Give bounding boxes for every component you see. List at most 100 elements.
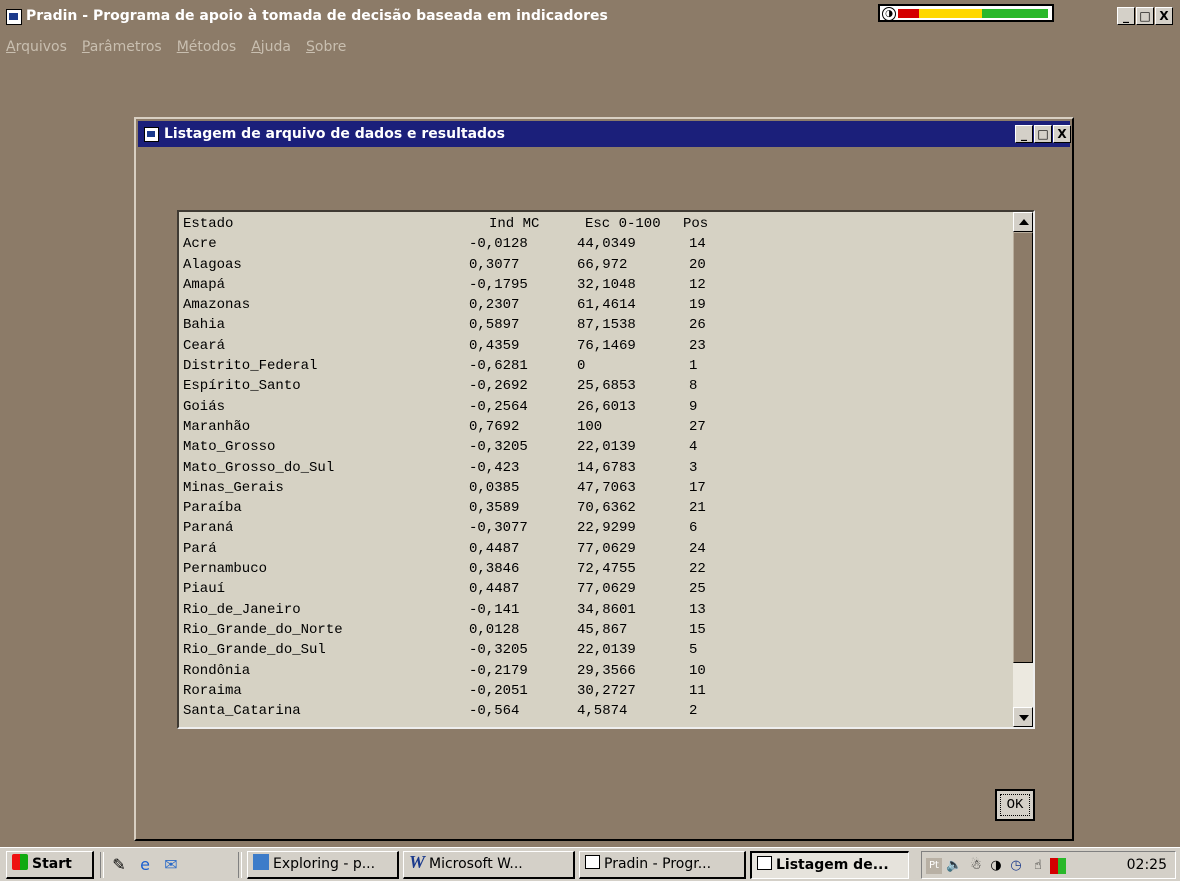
cell-estado: Mato_Grosso_do_Sul [183, 459, 335, 476]
network-icon[interactable]: ☃ [968, 858, 984, 874]
clock[interactable]: 02:25 [1127, 857, 1167, 873]
menu-sobre[interactable]: Sobre [300, 36, 355, 58]
cell-ind-mc: 0,4487 [469, 581, 520, 598]
table-row[interactable]: Paraná -0,3077 22,9299 6 [183, 519, 1011, 539]
table-row[interactable]: Alagoas 0,3077 66,972 20 [183, 256, 1011, 276]
scroll-down-arrow-icon[interactable] [1013, 707, 1033, 727]
table-row[interactable]: Pará 0,4487 77,0629 24 [183, 540, 1011, 560]
table-row[interactable]: Paraíba 0,3589 70,6362 21 [183, 499, 1011, 519]
table-row[interactable]: Bahia 0,5897 87,1538 26 [183, 316, 1011, 336]
cell-ind-mc: -0,6281 [469, 358, 528, 375]
table-row[interactable]: Distrito_Federal -0,6281 0 1 [183, 357, 1011, 377]
table-row[interactable]: Rio_Grande_do_Sul -0,3205 22,0139 5 [183, 641, 1011, 661]
table-row[interactable]: Amapá -0,1795 32,1048 12 [183, 276, 1011, 296]
cell-estado: Maranhão [183, 418, 251, 435]
cell-pos: 13 [689, 601, 706, 618]
table-header-row: Estado Ind MC Esc 0-100 Pos [183, 215, 1011, 235]
scroll-thumb[interactable] [1013, 232, 1033, 663]
cell-esc: 47,7063 [577, 479, 636, 496]
cell-pos: 27 [689, 418, 706, 435]
cell-pos: 26 [689, 317, 706, 334]
table-row[interactable]: Mato_Grosso -0,3205 22,0139 4 [183, 438, 1011, 458]
cell-estado: Espírito_Santo [183, 378, 301, 395]
app-window-icon[interactable] [6, 9, 22, 25]
cell-ind-mc: -0,2564 [469, 398, 528, 415]
cell-esc: 22,0139 [577, 439, 636, 456]
cell-pos: 6 [689, 520, 698, 537]
table-row[interactable]: Piauí 0,4487 77,0629 25 [183, 580, 1011, 600]
scroll-up-arrow-icon[interactable] [1013, 212, 1033, 232]
menu-ajuda[interactable]: Ajuda [245, 36, 300, 58]
internet-explorer-icon[interactable]: e [136, 856, 154, 874]
dialog-minimize-button[interactable]: _ [1015, 125, 1033, 143]
meter-track [898, 9, 1048, 18]
cell-esc: 25,6853 [577, 378, 636, 395]
cell-esc: 26,6013 [577, 398, 636, 415]
taskbar-item-listagem[interactable]: Listagem de... [750, 851, 909, 879]
app-tray-icon[interactable] [1050, 858, 1066, 874]
hand-icon[interactable]: ☝ [1030, 858, 1046, 874]
table-row[interactable]: Goiás -0,2564 26,6013 9 [183, 398, 1011, 418]
taskbar-item-pradin[interactable]: Pradin - Progr... [579, 851, 746, 879]
minimize-button[interactable]: _ [1117, 7, 1135, 25]
resource-meter-icon[interactable]: ◑ [988, 858, 1004, 874]
cell-ind-mc: 0,7692 [469, 418, 520, 435]
cell-ind-mc: 0,4487 [469, 540, 520, 557]
ok-button[interactable]: OK [995, 789, 1035, 821]
table-row[interactable]: Minas_Gerais 0,0385 47,7063 17 [183, 479, 1011, 499]
table-row[interactable]: Santa_Catarina -0,564 4,5874 2 [183, 702, 1011, 722]
scheduler-icon[interactable]: ◷ [1008, 858, 1024, 874]
table-row[interactable]: Acre -0,0128 44,0349 14 [183, 235, 1011, 255]
volume-icon[interactable]: 🔈 [946, 858, 962, 874]
taskbar-item-exploring[interactable]: Exploring - p... [247, 851, 399, 879]
table-row[interactable]: Amazonas 0,2307 61,4614 19 [183, 296, 1011, 316]
table-row[interactable]: Ceará 0,4359 76,1469 23 [183, 337, 1011, 357]
cell-ind-mc: -0,564 [469, 703, 520, 720]
show-desktop-icon[interactable]: ✎ [110, 856, 128, 874]
cell-esc: 77,0629 [577, 540, 636, 557]
cell-pos: 20 [689, 256, 706, 273]
menu-arquivos[interactable]: Arquivos [0, 36, 76, 58]
dialog-close-button[interactable]: X [1053, 125, 1071, 143]
cell-esc: 77,0629 [577, 581, 636, 598]
menu-parametros[interactable]: Parâmetros [76, 36, 171, 58]
cell-esc: 100 [577, 418, 603, 435]
table-row[interactable]: Roraima -0,2051 30,2727 11 [183, 682, 1011, 702]
dialog-window-icon[interactable] [144, 127, 159, 142]
vertical-scrollbar[interactable] [1013, 212, 1033, 727]
app-title-bar[interactable]: Pradin - Programa de apoio à tomada de d… [0, 0, 1180, 32]
meter-segment-red [898, 9, 919, 18]
cell-estado: Paraná [183, 520, 234, 537]
cell-estado: Santa_Catarina [183, 703, 301, 720]
dialog-maximize-button[interactable]: □ [1034, 125, 1052, 143]
meter-segment-green [982, 9, 1048, 18]
cell-esc: 72,4755 [577, 561, 636, 578]
cell-ind-mc: -0,0128 [469, 236, 528, 253]
menu-metodos[interactable]: Métodos [171, 36, 246, 58]
cell-pos: 17 [689, 479, 706, 496]
table-row[interactable]: Rondônia -0,2179 29,3566 10 [183, 662, 1011, 682]
restore-button[interactable]: □ [1136, 7, 1154, 25]
table-row[interactable]: Maranhão 0,7692 100 27 [183, 418, 1011, 438]
table-row[interactable]: Mato_Grosso_do_Sul -0,423 14,6783 3 [183, 459, 1011, 479]
table-row[interactable]: Espírito_Santo -0,2692 25,6853 8 [183, 377, 1011, 397]
language-indicator[interactable]: Pt [926, 858, 942, 874]
cell-estado: Ceará [183, 337, 226, 354]
table-row[interactable]: Rio_Grande_do_Norte 0,0128 45,867 15 [183, 621, 1011, 641]
cell-esc: 70,6362 [577, 500, 636, 517]
cell-ind-mc: -0,141 [469, 601, 520, 618]
start-button[interactable]: Start [6, 851, 94, 879]
dialog-title-bar[interactable]: Listagem de arquivo de dados e resultado… [138, 121, 1071, 147]
cell-estado: Rio_Grande_do_Norte [183, 621, 343, 638]
cell-estado: Piauí [183, 581, 226, 598]
close-button[interactable]: X [1155, 7, 1173, 25]
listing-dialog: Listagem de arquivo de dados e resultado… [134, 117, 1074, 841]
table-row[interactable]: Rio_de_Janeiro -0,141 34,8601 13 [183, 601, 1011, 621]
table-row[interactable]: Pernambuco 0,3846 72,4755 22 [183, 560, 1011, 580]
taskbar-item-word[interactable]: W Microsoft W... [403, 851, 575, 879]
results-listbox[interactable]: Estado Ind MC Esc 0-100 Pos Acre -0,0128 4… [177, 210, 1035, 729]
taskbar: Start ✎ e ✉ Exploring - p... W Microsoft … [0, 847, 1180, 881]
cell-ind-mc: 0,5897 [469, 317, 520, 334]
outlook-icon[interactable]: ✉ [162, 856, 180, 874]
cell-estado: Mato_Grosso [183, 439, 276, 456]
